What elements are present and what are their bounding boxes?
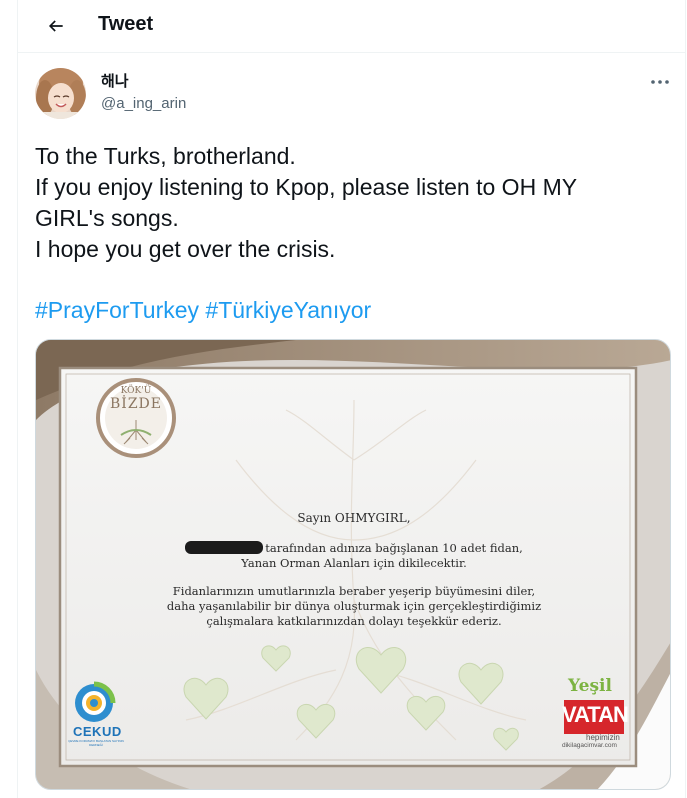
arrow-left-icon (48, 20, 63, 32)
avatar[interactable] (35, 68, 86, 119)
yesil-vatan-main: VATAN (562, 702, 629, 727)
certificate-para2-line3: çalışmalara katkılarınızdan dolayı teşek… (206, 614, 502, 628)
tweet-page: Tweet 해나 @a_ing_arin To the Turks, broth… (0, 0, 687, 798)
right-column-border (685, 0, 686, 798)
author-handle[interactable]: @a_ing_arin (101, 95, 186, 113)
more-dots-icon (651, 80, 669, 84)
certificate-greeting: Sayın OHMYGIRL, (297, 511, 411, 525)
page-header: Tweet (18, 0, 685, 53)
certificate-para2-line2: daha yaşanılabilir bir dünya oluşturmak … (166, 599, 542, 613)
tweet-line: GIRL's songs. (35, 205, 179, 231)
tweet-line: I hope you get over the crisis. (35, 236, 336, 262)
hashtag-link[interactable]: #TürkiyeYanıyor (205, 297, 371, 323)
logo-kok-top: KÖK'Ü (120, 386, 152, 396)
certificate-line2: Yanan Orman Alanları için dikilecektir. (241, 556, 467, 570)
logo-kok-bottom: BİZDE (110, 396, 162, 412)
certificate-line1-text: tarafından adınıza bağışlanan 10 adet fi… (265, 541, 523, 555)
left-column-border (17, 0, 18, 798)
tweet-line: To the Turks, brotherland. (35, 143, 296, 169)
redacted-name (185, 541, 264, 554)
yesil-vatan-url: dikilagacimvar.com (562, 742, 617, 749)
cekud-logo-text: CEKUD (73, 724, 122, 739)
yesil-vatan-sub: hepimizin (586, 733, 620, 742)
cekud-logo-subtitle: ÇEVRE KORUMAYI BAŞLATAN SAYININ DERNEĞİ (68, 739, 124, 747)
author-display-name[interactable]: 해나 (101, 72, 129, 90)
more-options-button[interactable] (648, 74, 672, 90)
tweet-text: To the Turks, brotherland. If you enjoy … (35, 141, 665, 265)
tweet-line: If you enjoy listening to Kpop, please l… (35, 174, 578, 200)
hashtag-link[interactable]: #PrayForTurkey (35, 297, 199, 323)
back-button[interactable] (38, 8, 74, 44)
page-title: Tweet (98, 13, 154, 35)
certificate-para2-line1: Fidanlarınızın umutlarınızla beraber yeş… (172, 584, 536, 598)
yesil-vatan-top: Yeşil (568, 676, 612, 696)
certificate-line1: tarafından adınıza bağışlanan 10 adet fi… (36, 541, 670, 556)
hashtags: #PrayForTurkey #TürkiyeYanıyor (35, 295, 371, 326)
tweet-image[interactable]: KÖK'Ü BİZDE Sayın OHMYGIRL, tarafından a… (35, 339, 671, 790)
